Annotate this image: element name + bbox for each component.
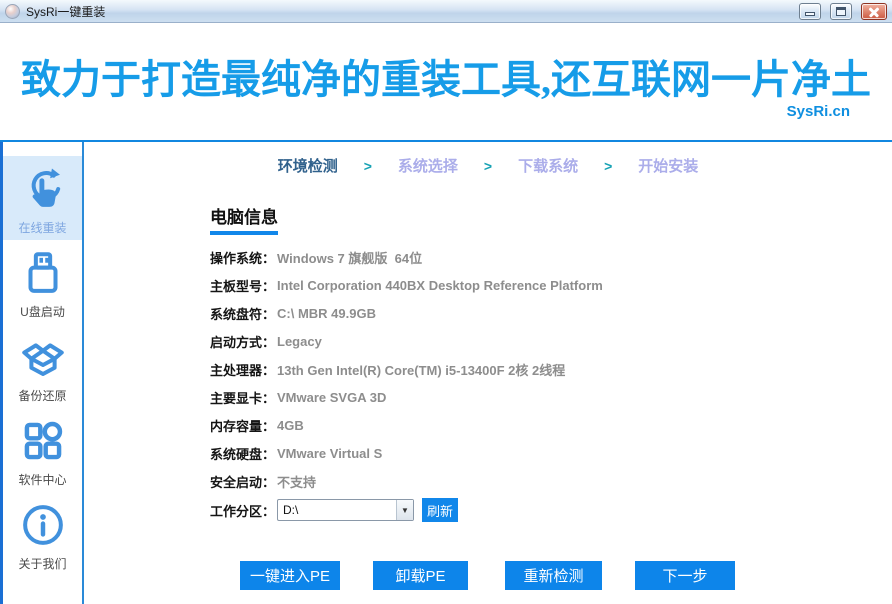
usb-drive-icon xyxy=(15,245,71,301)
step-system-select: 系统选择 xyxy=(398,155,458,176)
row-label: 主板型号： xyxy=(210,276,275,295)
partition-select[interactable]: D:\ ▼ xyxy=(277,499,414,521)
enter-pe-button[interactable]: 一键进入PE xyxy=(240,561,340,590)
row-label: 操作系统： xyxy=(210,248,275,267)
row-label: 安全启动： xyxy=(210,472,275,491)
sidebar-item-online-reinstall[interactable]: 在线重装 xyxy=(3,156,82,240)
sidebar-item-software-center[interactable]: 软件中心 xyxy=(3,408,82,492)
uninstall-pe-button[interactable]: 卸载PE xyxy=(373,561,468,590)
app-window: SysRi一键重装 致力于打造最纯净的重装工具,还互联网一片净土 SysRi.c… xyxy=(0,0,892,604)
open-box-icon xyxy=(15,329,71,385)
step-env-check: 环境检测 xyxy=(278,155,338,176)
row-value: 4GB xyxy=(277,418,304,433)
titlebar[interactable]: SysRi一键重装 xyxy=(0,0,892,23)
steps-nav: 环境检测 > 系统选择 > 下载系统 > 开始安装 xyxy=(84,155,892,176)
sidebar-item-label: 备份还原 xyxy=(18,387,66,404)
info-row-secure-boot: 安全启动： 不支持 xyxy=(210,467,892,495)
row-label: 系统硬盘： xyxy=(210,444,275,463)
section-underline xyxy=(210,231,278,235)
computer-info-section: 电脑信息 xyxy=(210,203,892,235)
row-value: VMware SVGA 3D xyxy=(277,390,386,405)
window-title: SysRi一键重装 xyxy=(26,3,799,20)
row-value: Windows 7 旗舰版 64位 xyxy=(277,248,422,267)
redetect-button[interactable]: 重新检测 xyxy=(505,561,602,590)
sidebar-item-label: 在线重装 xyxy=(18,219,66,236)
close-icon[interactable] xyxy=(861,3,887,20)
row-value: C:\ MBR 49.9GB xyxy=(277,306,376,321)
partition-selected-value: D:\ xyxy=(278,500,396,520)
sidebar: 在线重装 U盘启动 xyxy=(0,142,84,604)
maximize-icon[interactable] xyxy=(830,3,852,20)
step-start-install: 开始安装 xyxy=(638,155,698,176)
info-row-boot-mode: 启动方式： Legacy xyxy=(210,327,892,355)
info-row-os: 操作系统： Windows 7 旗舰版 64位 xyxy=(210,243,892,271)
step-download-system: 下载系统 xyxy=(518,155,578,176)
sidebar-item-usb-boot[interactable]: U盘启动 xyxy=(3,240,82,324)
info-rows: 操作系统： Windows 7 旗舰版 64位 主板型号： Intel Corp… xyxy=(210,243,892,523)
slogan-text: 致力于打造最纯净的重装工具,还互联网一片净土 xyxy=(0,23,892,105)
next-step-button[interactable]: 下一步 xyxy=(635,561,735,590)
app-grid-icon xyxy=(15,413,71,469)
info-row-cpu: 主处理器： 13th Gen Intel(R) Core(TM) i5-1340… xyxy=(210,355,892,383)
info-row-motherboard: 主板型号： Intel Corporation 440BX Desktop Re… xyxy=(210,271,892,299)
row-value: 不支持 xyxy=(277,472,316,491)
sidebar-item-label: 关于我们 xyxy=(18,555,66,572)
window-controls xyxy=(799,2,887,20)
row-value: Legacy xyxy=(277,334,322,349)
info-row-disk: 系统硬盘： VMware Virtual S xyxy=(210,439,892,467)
site-label: SysRi.cn xyxy=(787,103,850,120)
main-panel: 环境检测 > 系统选择 > 下载系统 > 开始安装 电脑信息 操作系统： Win… xyxy=(84,142,892,604)
row-value: VMware Virtual S xyxy=(277,446,382,461)
info-circle-icon xyxy=(15,497,71,553)
info-row-memory: 内存容量： 4GB xyxy=(210,411,892,439)
info-row-gpu: 主要显卡： VMware SVGA 3D xyxy=(210,383,892,411)
chevron-down-icon: ▼ xyxy=(396,500,413,520)
row-label: 系统盘符： xyxy=(210,304,275,323)
sidebar-item-label: 软件中心 xyxy=(18,471,66,488)
header-banner: 致力于打造最纯净的重装工具,还互联网一片净土 SysRi.cn xyxy=(0,23,892,140)
row-value: Intel Corporation 440BX Desktop Referenc… xyxy=(277,278,603,293)
sidebar-item-label: U盘启动 xyxy=(20,303,65,320)
sidebar-item-backup-restore[interactable]: 备份还原 xyxy=(3,324,82,408)
row-label: 工作分区： xyxy=(210,501,275,520)
section-title: 电脑信息 xyxy=(210,203,892,228)
chevron-right-icon: > xyxy=(604,158,612,174)
app-logo-icon xyxy=(5,4,20,19)
row-label: 主要显卡： xyxy=(210,388,275,407)
row-label: 内存容量： xyxy=(210,416,275,435)
minimize-icon[interactable] xyxy=(799,3,821,20)
body: 在线重装 U盘启动 xyxy=(0,142,892,604)
chevron-right-icon: > xyxy=(484,158,492,174)
row-label: 主处理器： xyxy=(210,360,275,379)
row-value: 13th Gen Intel(R) Core(TM) i5-13400F 2核 … xyxy=(277,360,565,379)
row-label: 启动方式： xyxy=(210,332,275,351)
chevron-right-icon: > xyxy=(364,158,372,174)
hand-click-icon xyxy=(15,161,71,217)
partition-row: 工作分区： D:\ ▼ 刷新 xyxy=(210,497,892,523)
info-row-system-drive: 系统盘符： C:\ MBR 49.9GB xyxy=(210,299,892,327)
sidebar-item-about-us[interactable]: 关于我们 xyxy=(3,492,82,576)
action-buttons: 一键进入PE 卸载PE 重新检测 下一步 xyxy=(84,561,892,590)
refresh-button[interactable]: 刷新 xyxy=(422,498,458,522)
